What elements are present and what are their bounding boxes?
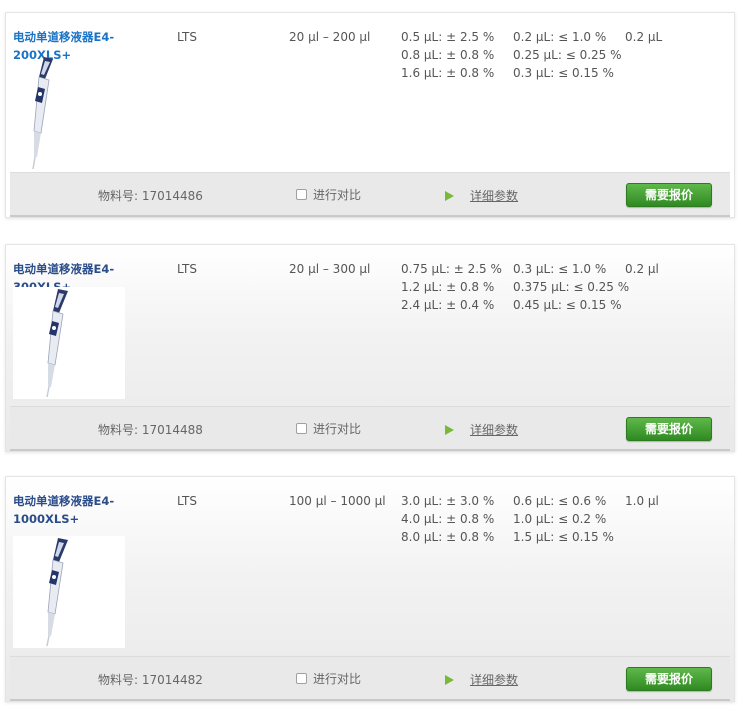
part-number: 物料号: 17014482 <box>98 673 203 687</box>
volume-range: 20 µl – 200 µl <box>289 30 371 44</box>
accuracy-item: 4.0 µL: ± 0.8 % <box>401 512 495 526</box>
compare-checkbox[interactable] <box>296 189 307 200</box>
product-image[interactable] <box>13 536 125 648</box>
compare-label: 进行对比 <box>313 672 362 686</box>
compare-checkbox[interactable] <box>296 673 307 684</box>
card-footer: 物料号: 17014486 进行对比 详细参数 需要报价 <box>10 172 730 217</box>
precision-item: 0.6 µL: ≤ 0.6 % <box>513 494 607 508</box>
precision-item: 0.375 µL: ≤ 0.25 % <box>513 280 630 294</box>
product-card: 电动单道移液器E4-300XLS+ LTS 20 µl – 300 µl 0.7… <box>5 244 735 452</box>
pipette-icon <box>32 57 53 170</box>
precision-item: 0.3 µL: ≤ 1.0 % <box>513 262 607 276</box>
product-name-link[interactable]: 电动单道移液器E4-1000XLS+ <box>13 492 123 528</box>
product-card: 电动单道移液器E4-1000XLS+ LTS 100 µl – 1000 µl … <box>5 476 735 702</box>
increment: 1.0 µl <box>625 494 659 508</box>
details-label: 详细参数 <box>470 189 519 203</box>
compare-checkbox[interactable] <box>296 423 307 434</box>
part-number: 物料号: 17014488 <box>98 423 203 437</box>
compare-label: 进行对比 <box>313 422 362 436</box>
precision-item: 1.5 µL: ≤ 0.15 % <box>513 530 614 544</box>
precision-item: 0.3 µL: ≤ 0.15 % <box>513 66 614 80</box>
accuracy-item: 3.0 µL: ± 3.0 % <box>401 494 495 508</box>
part-number: 物料号: 17014486 <box>98 189 203 203</box>
accuracy-list: 0.75 µL: ± 2.5 % 1.2 µL: ± 0.8 % 2.4 µL:… <box>401 260 502 314</box>
product-image[interactable] <box>13 51 125 171</box>
accuracy-list: 0.5 µL: ± 2.5 % 0.8 µL: ± 0.8 % 1.6 µL: … <box>401 28 494 82</box>
precision-item: 0.45 µL: ≤ 0.15 % <box>513 298 622 312</box>
compare-toggle[interactable]: 进行对比 <box>296 186 361 203</box>
accuracy-item: 0.5 µL: ± 2.5 % <box>401 30 495 44</box>
compare-label: 进行对比 <box>313 188 362 202</box>
precision-list: 0.3 µL: ≤ 1.0 % 0.375 µL: ≤ 0.25 % 0.45 … <box>513 260 629 314</box>
series: LTS <box>177 494 197 508</box>
compare-toggle[interactable]: 进行对比 <box>296 420 361 437</box>
card-footer: 物料号: 17014482 进行对比 详细参数 需要报价 <box>10 656 730 701</box>
pipette-icon <box>46 289 68 398</box>
precision-item: 0.2 µL: ≤ 1.0 % <box>513 30 607 44</box>
accuracy-item: 2.4 µL: ± 0.4 % <box>401 298 495 312</box>
play-icon <box>445 425 454 435</box>
precision-item: 0.25 µL: ≤ 0.25 % <box>513 48 622 62</box>
compare-toggle[interactable]: 进行对比 <box>296 670 361 687</box>
series: LTS <box>177 262 197 276</box>
increment: 0.2 µL <box>625 30 663 44</box>
precision-list: 0.2 µL: ≤ 1.0 % 0.25 µL: ≤ 0.25 % 0.3 µL… <box>513 28 622 82</box>
details-link[interactable]: 详细参数 <box>445 421 518 438</box>
product-image[interactable] <box>13 287 125 399</box>
details-label: 详细参数 <box>470 673 519 687</box>
accuracy-list: 3.0 µL: ± 3.0 % 4.0 µL: ± 0.8 % 8.0 µL: … <box>401 492 494 546</box>
request-quote-button[interactable]: 需要报价 <box>626 417 712 441</box>
accuracy-item: 8.0 µL: ± 0.8 % <box>401 530 495 544</box>
product-card: 电动单道移液器E4-200XLS+ LTS 20 µl – 200 µl 0.5… <box>5 12 735 218</box>
volume-range: 20 µl – 300 µl <box>289 262 371 276</box>
pipette-icon <box>46 538 68 647</box>
details-label: 详细参数 <box>470 423 519 437</box>
accuracy-item: 0.8 µL: ± 0.8 % <box>401 48 495 62</box>
card-footer: 物料号: 17014488 进行对比 详细参数 需要报价 <box>10 406 730 451</box>
play-icon <box>445 675 454 685</box>
series: LTS <box>177 30 197 44</box>
accuracy-item: 1.6 µL: ± 0.8 % <box>401 66 495 80</box>
request-quote-button[interactable]: 需要报价 <box>626 183 712 207</box>
play-icon <box>445 191 454 201</box>
details-link[interactable]: 详细参数 <box>445 671 518 688</box>
request-quote-button[interactable]: 需要报价 <box>626 667 712 691</box>
precision-list: 0.6 µL: ≤ 0.6 % 1.0 µL: ≤ 0.2 % 1.5 µL: … <box>513 492 614 546</box>
accuracy-item: 1.2 µL: ± 0.8 % <box>401 280 495 294</box>
details-link[interactable]: 详细参数 <box>445 187 518 204</box>
increment: 0.2 µl <box>625 262 659 276</box>
precision-item: 1.0 µL: ≤ 0.2 % <box>513 512 607 526</box>
volume-range: 100 µl – 1000 µl <box>289 494 386 508</box>
accuracy-item: 0.75 µL: ± 2.5 % <box>401 262 502 276</box>
